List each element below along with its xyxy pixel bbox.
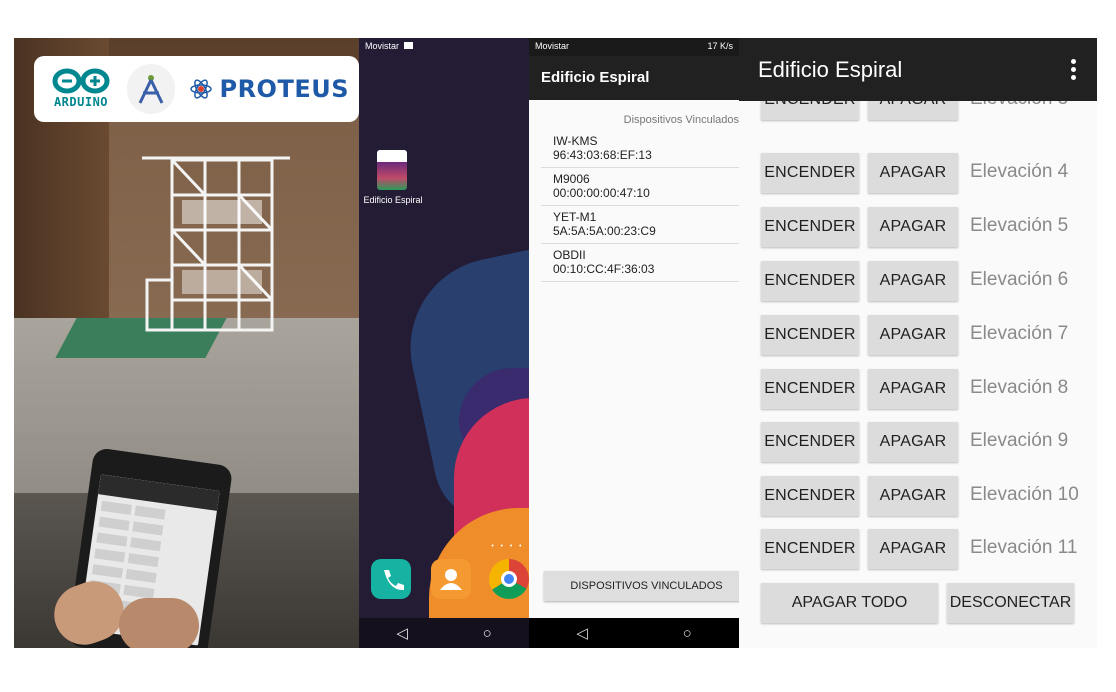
elevation-row: ENCENDER APAGAR Elevación 6 [739, 261, 1097, 303]
infinity-icon [52, 68, 110, 94]
control-screen: Edificio Espiral ENCENDER APAGAR Elevaci… [739, 38, 1097, 648]
home-icon[interactable]: ○ [683, 624, 692, 642]
app-label[interactable]: Edificio Espiral [359, 195, 427, 205]
model-photo [14, 38, 359, 648]
device-item[interactable]: IW-KMS 96:43:03:68:EF:13 [541, 130, 739, 168]
status-bar: Movistar [359, 38, 529, 56]
carrier-text: Movistar [365, 41, 400, 51]
device-mac: 00:00:00:00:47:10 [553, 186, 650, 200]
elevation-row: ENCENDER APAGAR Elevación 5 [739, 207, 1097, 249]
back-icon[interactable]: ◁ [396, 624, 408, 642]
app-title: Edificio Espiral [739, 38, 1097, 101]
carrier-text: Movistar [535, 41, 570, 51]
encender-button[interactable]: ENCENDER [761, 261, 859, 301]
app-inventor-logo [127, 64, 176, 114]
apagar-button[interactable]: APAGAR [868, 422, 958, 462]
elevation-label: Elevación 7 [970, 323, 1069, 344]
device-mac: 00:10:CC:4F:36:03 [553, 262, 655, 276]
proteus-logo: PROTEUS [189, 75, 349, 103]
encender-button[interactable]: ENCENDER [761, 529, 859, 569]
device-mac: 5A:5A:5A:00:23:C9 [553, 224, 656, 238]
elevation-label: Elevación 6 [970, 269, 1069, 290]
elevation-label: Elevación 5 [970, 215, 1069, 236]
device-name: OBDII [553, 248, 586, 262]
status-bar: Movistar 17 K/s [529, 38, 739, 56]
apagar-button[interactable]: APAGAR [868, 153, 958, 193]
elevation-row: ENCENDER APAGAR Elevación 11 [739, 529, 1097, 571]
nav-bar: ◁ ○ [529, 618, 739, 648]
arduino-text: ARDUINO [53, 95, 109, 109]
elevation-row: ENCENDER APAGAR Elevación 4 [739, 153, 1097, 195]
device-item[interactable]: M9006 00:00:00:00:47:10 [541, 168, 739, 206]
overflow-menu-icon[interactable] [1071, 59, 1077, 81]
apagar-button[interactable]: APAGAR [868, 261, 958, 301]
elevation-row: ENCENDER APAGAR Elevación 3 [739, 80, 1097, 143]
apagar-button[interactable]: APAGAR [868, 529, 958, 569]
spiral-building-model [142, 156, 290, 332]
device-mac: 96:43:03:68:EF:13 [553, 148, 652, 162]
contacts-icon[interactable] [431, 559, 471, 599]
paired-devices-screen: Movistar 17 K/s Edificio Espiral Disposi… [529, 38, 739, 648]
home-icon[interactable]: ○ [483, 624, 492, 642]
page-indicator: • • • • [491, 542, 524, 552]
elevation-label: Elevación 9 [970, 430, 1069, 451]
device-item[interactable]: OBDII 00:10:CC:4F:36:03 [541, 244, 739, 282]
elevation-row: ENCENDER APAGAR Elevación 10 [739, 476, 1097, 518]
encender-button[interactable]: ENCENDER [761, 315, 859, 355]
hand [119, 598, 199, 648]
encender-button[interactable]: ENCENDER [761, 369, 859, 409]
elevation-row: ENCENDER APAGAR Elevación 9 [739, 422, 1097, 464]
nav-bar: ◁ ○ [359, 618, 529, 648]
back-icon[interactable]: ◁ [576, 624, 588, 642]
encender-button[interactable]: ENCENDER [761, 476, 859, 516]
device-name: IW-KMS [553, 134, 598, 148]
network-speed: 17 K/s [707, 41, 733, 51]
apagar-button[interactable]: APAGAR [868, 315, 958, 355]
arduino-logo: ARDUINO [44, 61, 115, 117]
desconectar-button[interactable]: DESCONECTAR [947, 583, 1074, 623]
apagar-button[interactable]: APAGAR [868, 369, 958, 409]
proteus-text: PROTEUS [219, 75, 349, 103]
logo-card: ARDUINO PROTEUS [34, 56, 359, 122]
elevation-label: Elevación 8 [970, 377, 1069, 398]
elevation-label: Elevación 4 [970, 161, 1069, 182]
elevation-label: Elevación 11 [970, 537, 1078, 558]
notification-icon [403, 42, 413, 49]
compass-icon [139, 75, 164, 104]
device-item[interactable]: YET-M1 5A:5A:5A:00:23:C9 [541, 206, 739, 244]
list-header: Dispositivos Vinculados [623, 114, 739, 126]
apagar-button[interactable]: APAGAR [868, 207, 958, 247]
encender-button[interactable]: ENCENDER [761, 153, 859, 193]
device-name: YET-M1 [553, 210, 597, 224]
device-list: IW-KMS 96:43:03:68:EF:13 M9006 00:00:00:… [541, 130, 739, 282]
edificio-espiral-app-icon[interactable] [377, 150, 407, 190]
atom-icon [190, 79, 213, 99]
composite-figure: ARDUINO PROTEUS Movistar Edificio Espira… [0, 0, 1116, 692]
elevation-row: ENCENDER APAGAR Elevación 8 [739, 369, 1097, 411]
encender-button[interactable]: ENCENDER [761, 207, 859, 247]
app-title: Edificio Espiral [529, 56, 739, 100]
apagar-todo-button[interactable]: APAGAR TODO [761, 583, 938, 623]
encender-button[interactable]: ENCENDER [761, 422, 859, 462]
phone-icon[interactable] [371, 559, 411, 599]
chrome-icon[interactable] [489, 559, 529, 599]
elevation-label: Elevación 10 [970, 484, 1079, 505]
home-screen: Movistar Edificio Espiral • • • • ◁ ○ [359, 38, 529, 648]
paired-devices-button[interactable]: DISPOSITIVOS VINCULADOS [544, 571, 739, 601]
elevation-row: ENCENDER APAGAR Elevación 7 [739, 315, 1097, 357]
device-name: M9006 [553, 172, 590, 186]
apagar-button[interactable]: APAGAR [868, 476, 958, 516]
